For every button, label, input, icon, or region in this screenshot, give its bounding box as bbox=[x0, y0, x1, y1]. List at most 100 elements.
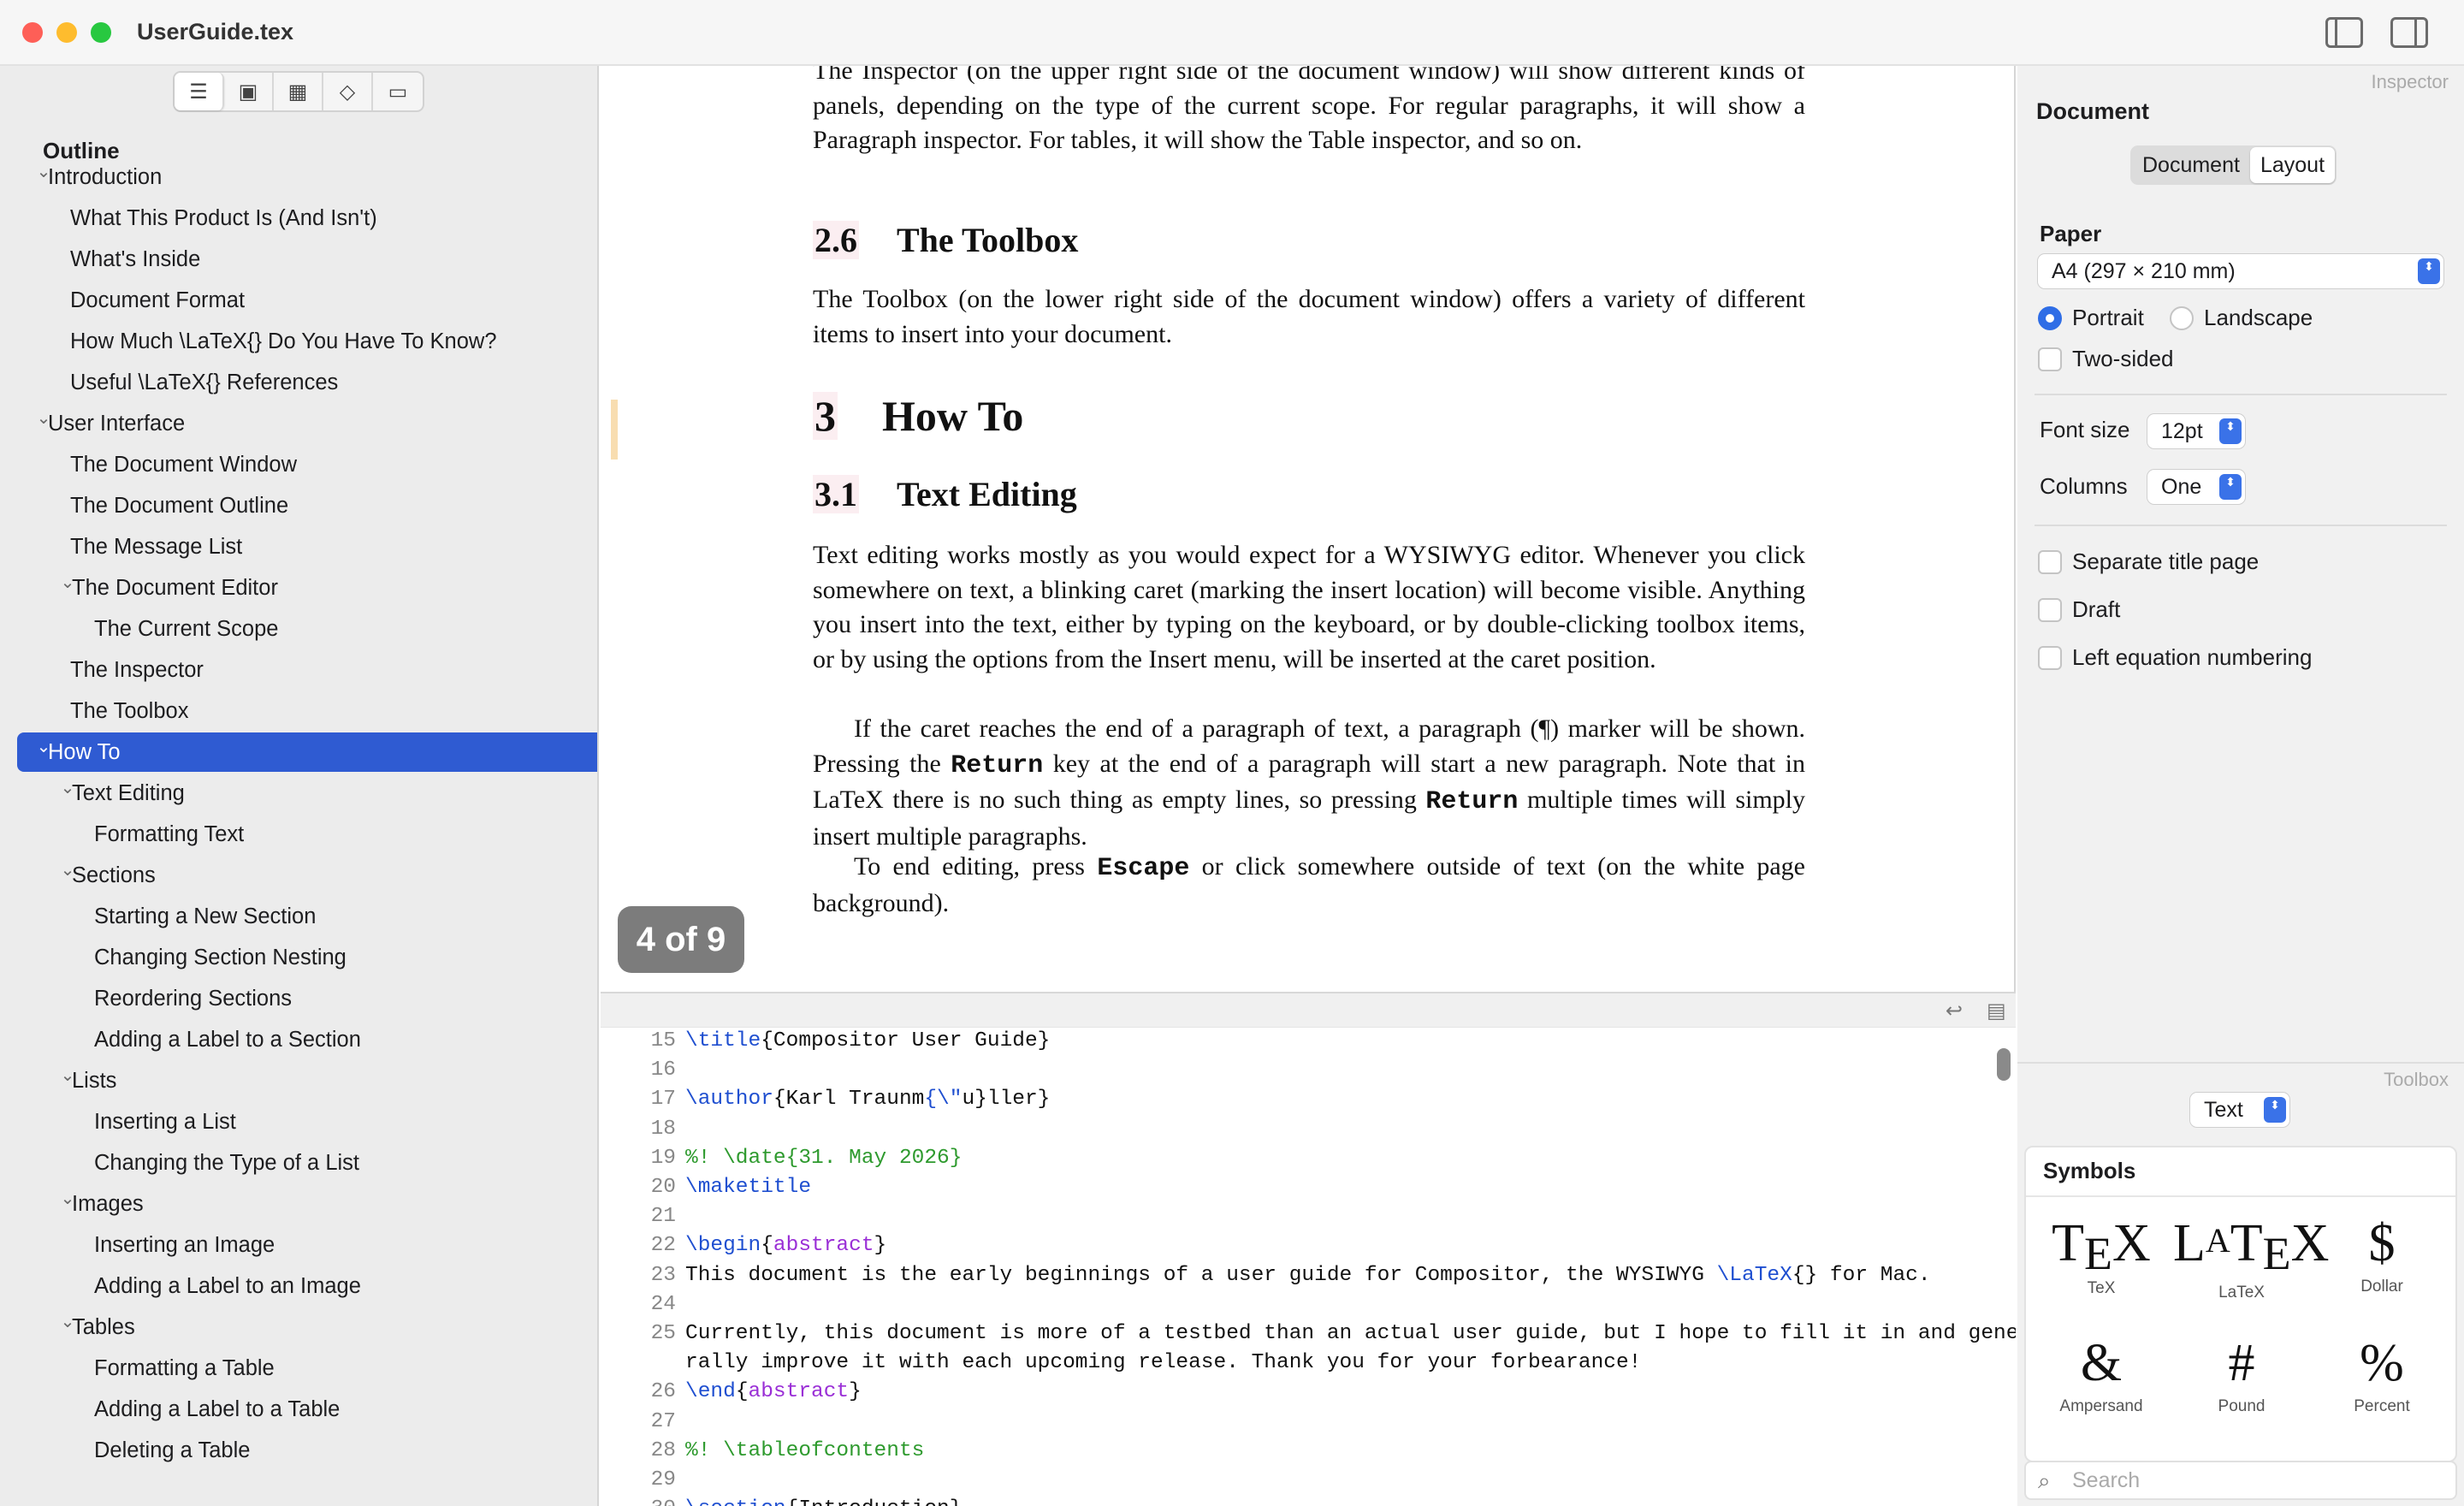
sidebar-item[interactable]: The Toolbox bbox=[17, 691, 597, 731]
toggle-right-sidebar-icon[interactable] bbox=[2390, 17, 2428, 48]
sidebar-item[interactable]: Document Format bbox=[17, 281, 597, 320]
source-line[interactable]: Currently, this document is more of a te… bbox=[685, 1322, 2016, 1345]
sidebar-item[interactable]: The Inspector bbox=[17, 650, 597, 690]
toolbox-category-select[interactable]: Text ⬍ bbox=[2190, 1093, 2289, 1127]
source-line[interactable]: \section{Introduction} bbox=[685, 1497, 962, 1506]
sidebar-item[interactable]: The Document Window bbox=[17, 445, 597, 484]
inspector-tag: Inspector bbox=[2371, 71, 2449, 92]
image-icon[interactable]: ▣ bbox=[224, 73, 274, 110]
sidebar-item[interactable]: Useful \LaTeX{} References bbox=[17, 363, 597, 402]
message-icon[interactable]: ▭ bbox=[373, 73, 423, 110]
source-line[interactable]: \author{Karl Traunm{\"u}ller} bbox=[685, 1088, 1050, 1111]
sidebar-item[interactable]: Adding a Label to a Section bbox=[17, 1020, 597, 1059]
table-icon[interactable]: ▦ bbox=[274, 73, 323, 110]
source-token: \section bbox=[685, 1497, 786, 1506]
sidebar-item[interactable]: What's Inside bbox=[17, 240, 597, 279]
chapter-heading[interactable]: 3 How To bbox=[813, 392, 1023, 440]
sidebar-item[interactable]: How Much \LaTeX{} Do You Have To Know? bbox=[17, 322, 597, 361]
portrait-label: Portrait bbox=[2072, 305, 2144, 330]
inspector-panel: Inspector Document Document Layout Paper… bbox=[2017, 66, 2464, 1064]
source-line[interactable]: \end{abstract} bbox=[685, 1380, 862, 1403]
symbol-dollar[interactable]: $ Dollar bbox=[2313, 1209, 2450, 1296]
current-scope-marker bbox=[611, 400, 618, 460]
sidebar-item[interactable]: ⌄ Lists bbox=[17, 1061, 597, 1100]
sidebar-item[interactable]: ⌄ The Document Editor bbox=[17, 568, 597, 608]
source-line[interactable]: This document is the early beginnings of… bbox=[685, 1264, 1931, 1287]
symbol-ampersand[interactable]: & Ampersand bbox=[2033, 1329, 2170, 1416]
sidebar-item[interactable]: ⌄ User Interface bbox=[17, 404, 597, 443]
sidebar-item[interactable]: ⌄ Images bbox=[17, 1184, 597, 1224]
sidebar-item[interactable]: ⌄ Tables bbox=[17, 1307, 597, 1347]
sidebar-item[interactable]: ⌄ Sections bbox=[17, 856, 597, 895]
sidebar-item[interactable]: The Message List bbox=[17, 527, 597, 566]
separate-title-checkbox[interactable] bbox=[2038, 550, 2062, 574]
zoom-window-button[interactable] bbox=[91, 22, 111, 43]
document-editor[interactable]: The Inspector (on the upper right side o… bbox=[601, 66, 2016, 992]
sidebar-item[interactable]: Inserting a List bbox=[17, 1102, 597, 1141]
source-token: {\" bbox=[924, 1088, 962, 1112]
sidebar-item[interactable]: Adding a Label to a Table bbox=[17, 1390, 597, 1429]
latex-logo: LATEX bbox=[2173, 1214, 2330, 1279]
source-options-icon[interactable]: ▤ bbox=[1987, 999, 2006, 1023]
tab-document[interactable]: Document bbox=[2132, 147, 2250, 183]
outline-list-icon[interactable]: ☰ bbox=[175, 73, 224, 110]
sidebar-item[interactable]: ⌄ Text Editing bbox=[17, 774, 597, 813]
line-number: 26 bbox=[650, 1380, 676, 1404]
landscape-radio[interactable] bbox=[2170, 306, 2194, 330]
sidebar-item-label: What's Inside bbox=[70, 247, 201, 271]
sidebar-item[interactable]: ⌄ How To bbox=[17, 732, 597, 772]
symbol-latex[interactable]: LATEX LaTeX bbox=[2173, 1209, 2330, 1302]
paragraph[interactable]: The Toolbox (on the lower right side of … bbox=[813, 282, 1805, 352]
paragraph[interactable]: Text editing works mostly as you would e… bbox=[813, 538, 1805, 677]
source-token: {Introduction} bbox=[786, 1497, 962, 1506]
left-equation-checkbox[interactable] bbox=[2038, 646, 2062, 670]
two-sided-checkbox[interactable] bbox=[2038, 347, 2062, 371]
source-line[interactable]: %! \tableofcontents bbox=[685, 1439, 924, 1462]
draft-checkbox[interactable] bbox=[2038, 598, 2062, 622]
sidebar-item[interactable]: The Document Outline bbox=[17, 486, 597, 525]
sidebar-item[interactable]: The Current Scope bbox=[17, 609, 597, 649]
paragraph[interactable]: To end editing, press Escape or click so… bbox=[813, 850, 1805, 921]
symbol-percent[interactable]: % Percent bbox=[2313, 1329, 2450, 1416]
section-heading[interactable]: 2.6 The Toolbox bbox=[813, 221, 1078, 259]
sidebar-item[interactable]: Inserting an Image bbox=[17, 1225, 597, 1265]
sidebar-item[interactable]: Changing Section Nesting bbox=[17, 938, 597, 977]
paper-select[interactable]: A4 (297 × 210 mm) ⬍ bbox=[2038, 254, 2443, 288]
paragraph[interactable]: If the caret reaches the end of a paragr… bbox=[813, 712, 1805, 854]
close-window-button[interactable] bbox=[22, 22, 43, 43]
wrap-lines-icon[interactable]: ↩ bbox=[1946, 999, 1963, 1023]
source-line[interactable]: %! \date{31. May 2026} bbox=[685, 1147, 962, 1170]
sidebar-item[interactable]: What This Product Is (And Isn't) bbox=[17, 199, 597, 238]
sidebar-item-label: Inserting a List bbox=[94, 1110, 236, 1134]
font-size-select[interactable]: 12pt ⬍ bbox=[2147, 414, 2245, 448]
tab-layout[interactable]: Layout bbox=[2249, 147, 2336, 183]
toolbox-search-input[interactable]: ⌕ Search bbox=[2024, 1461, 2457, 1500]
sidebar-item[interactable]: Changing the Type of a List bbox=[17, 1143, 597, 1183]
source-scrollbar[interactable] bbox=[1997, 1048, 2011, 1081]
sidebar-item[interactable]: Starting a New Section bbox=[17, 897, 597, 936]
toggle-left-sidebar-icon[interactable] bbox=[2325, 17, 2363, 48]
minimize-window-button[interactable] bbox=[56, 22, 77, 43]
sidebar-item[interactable]: Deleting a Table bbox=[17, 1431, 597, 1470]
source-editor[interactable]: 15 \title{Compositor User Guide} 16 17 \auth… bbox=[601, 1028, 2016, 1506]
sidebar-item[interactable]: Adding a Label to an Image bbox=[17, 1266, 597, 1306]
sidebar-item[interactable]: Formatting Text bbox=[17, 815, 597, 854]
paragraph[interactable]: The Inspector (on the upper right side o… bbox=[813, 66, 1805, 158]
source-token: } bbox=[849, 1380, 862, 1404]
source-line[interactable]: \maketitle bbox=[685, 1176, 811, 1199]
section-heading[interactable]: 3.1 Text Editing bbox=[813, 475, 1077, 513]
portrait-radio[interactable] bbox=[2038, 306, 2062, 330]
source-line[interactable]: \begin{abstract} bbox=[685, 1234, 886, 1257]
source-token: %! \tableofcontents bbox=[685, 1438, 925, 1462]
source-line[interactable]: rally improve it with each upcoming rele… bbox=[685, 1351, 1641, 1374]
symbol-tex[interactable]: TEX TeX bbox=[2033, 1209, 2170, 1298]
sidebar-item[interactable]: Formatting a Table bbox=[17, 1349, 597, 1388]
sidebar-item[interactable]: Reordering Sections bbox=[17, 979, 597, 1018]
sidebar-item[interactable]: ⌄ Introduction bbox=[17, 157, 597, 197]
chevron-updown-icon: ⬍ bbox=[2264, 1097, 2286, 1123]
symbol-pound[interactable]: # Pound bbox=[2173, 1329, 2310, 1416]
columns-select[interactable]: One ⬍ bbox=[2147, 470, 2245, 504]
source-line[interactable]: \title{Compositor User Guide} bbox=[685, 1029, 1050, 1052]
source-token: \begin bbox=[685, 1234, 761, 1258]
tag-icon[interactable]: ◇ bbox=[323, 73, 373, 110]
